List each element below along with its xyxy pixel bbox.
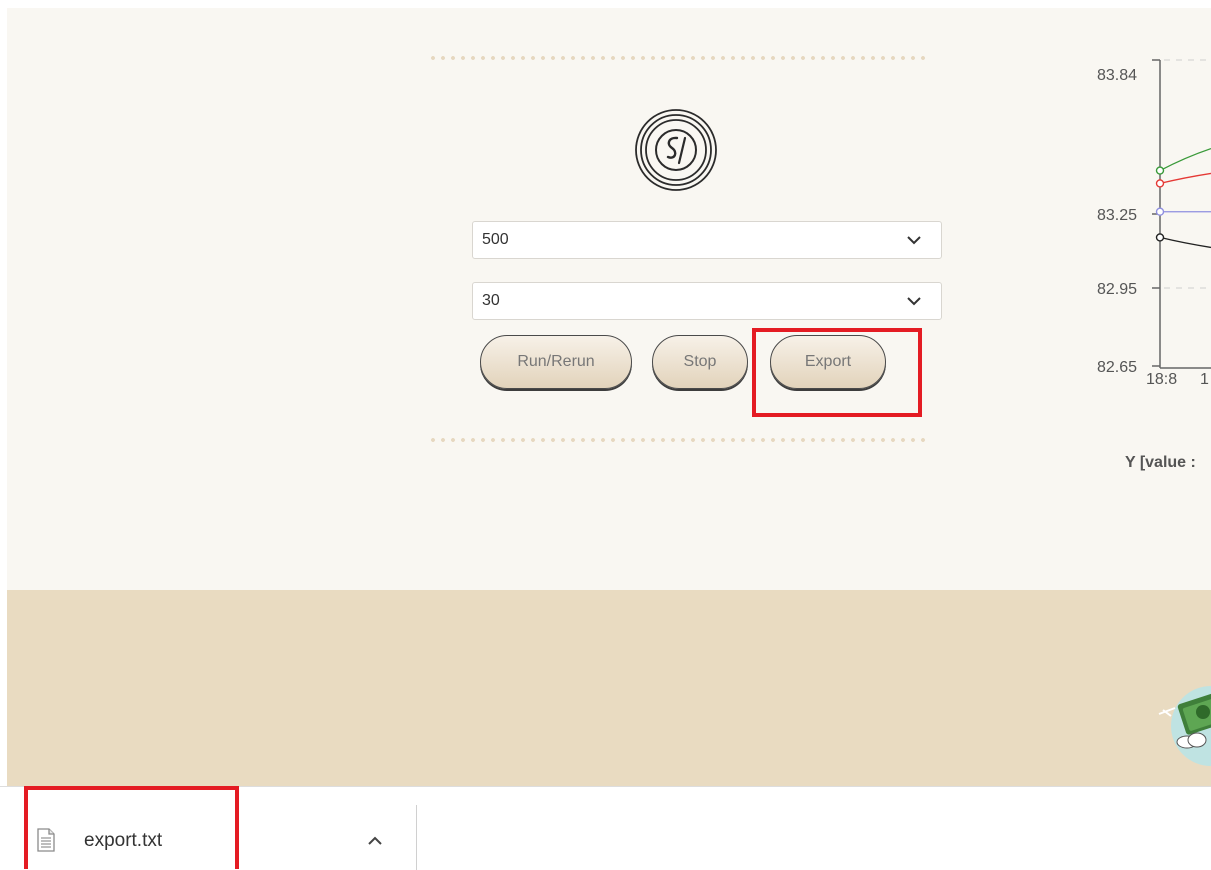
chevron-down-icon — [907, 235, 921, 245]
bottom-dotted-divider — [428, 438, 930, 442]
y-tick-label: 82.95 — [1097, 281, 1137, 298]
download-item-highlight — [24, 786, 239, 869]
run-rerun-button[interactable]: Run/Rerun — [480, 335, 632, 389]
y-axis-label: Y [value : — [1125, 454, 1196, 472]
y-tick-label: 82.65 — [1097, 359, 1137, 376]
y-tick-label: 83.25 — [1097, 207, 1137, 224]
series-line — [1160, 149, 1211, 171]
line-chart: 83.84 83.25 82.95 82.65 18:8 1 — [1080, 50, 1211, 450]
y-tick-label: 83.84 — [1097, 67, 1137, 84]
series-line — [1160, 237, 1211, 247]
series-line — [1160, 173, 1211, 183]
export-button-highlight — [752, 328, 922, 417]
series-point — [1157, 180, 1164, 187]
count-select[interactable]: 500 — [472, 221, 942, 259]
series-point — [1157, 208, 1164, 215]
x-tick-label: 18:8 — [1146, 371, 1177, 388]
top-dotted-divider — [428, 56, 930, 60]
series-point — [1157, 167, 1164, 174]
series-point — [1157, 234, 1164, 241]
app-logo-icon — [633, 107, 719, 193]
count-select-value: 500 — [482, 231, 509, 249]
series-layer — [1157, 149, 1211, 248]
stop-button[interactable]: Stop — [652, 335, 748, 389]
footer-band — [7, 590, 1211, 786]
x-tick-label: 1 — [1200, 371, 1209, 388]
chevron-up-icon[interactable] — [367, 836, 383, 846]
chevron-down-icon — [907, 296, 921, 306]
downloads-separator — [416, 805, 417, 870]
interval-select-value: 30 — [482, 292, 500, 310]
money-cloud-icon — [1151, 676, 1211, 766]
interval-select[interactable]: 30 — [472, 282, 942, 320]
